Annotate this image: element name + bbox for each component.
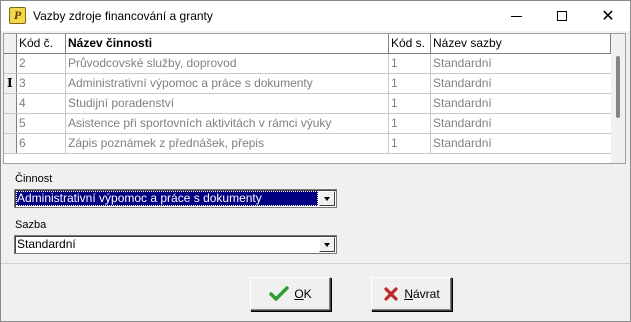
table-row[interactable]: 5 Asistence při sportovních aktivitách v… <box>4 114 611 134</box>
cinnost-select-value: Administrativní výpomoc a práce s dokume… <box>16 191 318 206</box>
cell-nazev: Studijní poradenství <box>66 94 389 113</box>
minimize-icon <box>510 15 522 17</box>
title-bar: P Vazby zdroje financování a granty ✕ <box>1 1 630 31</box>
cell-nazev: Administrativní výpomoc a práce s dokume… <box>66 74 389 93</box>
cell-sazba: Standardní <box>433 136 492 150</box>
column-header-kod[interactable]: Kód č. <box>17 34 66 53</box>
cinnost-select[interactable]: Administrativní výpomoc a práce s dokume… <box>14 189 337 208</box>
cell-sazba: Standardní <box>433 96 492 110</box>
cell-kod-s: 1 <box>389 134 431 153</box>
row-indicator-cell <box>4 94 17 113</box>
cell-nazev: Asistence při sportovních aktivitách v r… <box>66 114 389 133</box>
back-button[interactable]: Návrat <box>371 277 452 311</box>
current-row-marker: I <box>4 74 17 93</box>
ok-button[interactable]: OK <box>250 277 331 311</box>
cell-kod: 2 <box>17 54 66 73</box>
table-row-current[interactable]: I 3 Administrativní výpomoc a práce s do… <box>4 74 611 94</box>
maximize-icon <box>557 11 567 21</box>
cinnost-label: Činnost <box>15 173 53 185</box>
cell-kod-s: 1 <box>389 114 431 133</box>
sazba-label: Sazba <box>15 219 47 231</box>
table-row[interactable]: 2 Průvodcovské služby, doprovod 1 Standa… <box>4 54 611 74</box>
activities-grid[interactable]: Kód č. Název činnosti Kód s. Název sazby… <box>3 33 626 164</box>
row-indicator-cell <box>4 134 17 153</box>
column-header-kod-s[interactable]: Kód s. <box>389 34 431 53</box>
cell-nazev: Zápis poznámek z přednášek, přepis <box>66 134 389 153</box>
button-bar-divider <box>1 263 630 264</box>
cell-kod-s: 1 <box>389 54 431 73</box>
x-icon <box>384 287 398 301</box>
cell-kod: 6 <box>17 134 66 153</box>
scrollbar-thumb[interactable] <box>616 56 620 118</box>
row-indicator-cell <box>4 54 17 73</box>
cell-kod: 5 <box>17 114 66 133</box>
cell-kod-s: 1 <box>389 94 431 113</box>
cell-nazev: Průvodcovské služby, doprovod <box>66 54 389 73</box>
sazba-select-value: Standardní <box>17 237 76 251</box>
check-icon <box>269 286 290 301</box>
table-row[interactable]: 6 Zápis poznámek z přednášek, přepis 1 S… <box>4 134 611 154</box>
chevron-down-icon <box>324 196 330 201</box>
dialog-window: P Vazby zdroje financování a granty ✕ Kó… <box>0 0 631 322</box>
window-title: Vazby zdroje financování a granty <box>33 9 213 23</box>
close-icon: ✕ <box>601 6 615 25</box>
maximize-button[interactable] <box>539 1 585 31</box>
back-button-label: Návrat <box>404 287 440 301</box>
cell-sazba: Standardní <box>433 116 492 130</box>
table-row[interactable]: 4 Studijní poradenství 1 Standardní <box>4 94 611 114</box>
sazba-dropdown-button[interactable] <box>319 237 335 252</box>
cell-kod-s: 1 <box>389 74 431 93</box>
cell-sazba: Standardní <box>433 56 492 70</box>
grid-header-row: Kód č. Název činnosti Kód s. Název sazby <box>4 34 611 54</box>
column-header-sazba[interactable]: Název sazby <box>431 34 611 53</box>
cell-kod: 3 <box>17 74 66 93</box>
column-header-nazev[interactable]: Název činnosti <box>66 34 389 53</box>
sazba-select[interactable]: Standardní <box>14 235 337 254</box>
row-indicator-cell <box>4 114 17 133</box>
cell-kod: 4 <box>17 94 66 113</box>
minimize-button[interactable] <box>493 1 539 31</box>
cinnost-dropdown-button[interactable] <box>319 191 335 206</box>
chevron-down-icon <box>324 242 330 247</box>
close-button[interactable]: ✕ <box>585 1 631 31</box>
ok-button-label: OK <box>294 287 312 301</box>
grid-vertical-scrollbar[interactable] <box>611 34 625 163</box>
header-indicator-cell <box>4 34 17 53</box>
app-icon: P <box>9 7 26 24</box>
cell-sazba: Standardní <box>433 76 492 90</box>
